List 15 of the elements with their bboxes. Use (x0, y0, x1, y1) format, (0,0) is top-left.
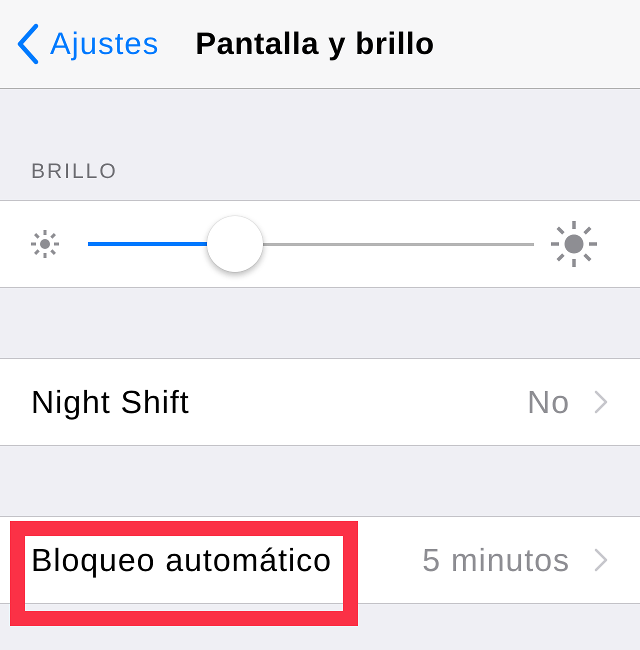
dim-sun-icon (28, 227, 62, 261)
section-header: BRILLO (30, 159, 119, 185)
chevron-right-icon (594, 548, 608, 572)
row-label: Bloqueo automático (31, 542, 333, 578)
row-value: No (527, 384, 570, 420)
back-button[interactable]: Ajustes (0, 19, 160, 69)
screen-title: Pantalla y brillo (195, 26, 435, 62)
bright-sun-icon (549, 219, 599, 269)
chevron-left-icon (16, 23, 40, 65)
row-value: 5 minutos (422, 542, 570, 578)
settings-row[interactable]: Bloqueo automático 5 minutos (0, 517, 640, 603)
chevron-right-icon (594, 390, 608, 414)
slider-thumb[interactable] (207, 216, 264, 272)
row-label: Night Shift (31, 384, 191, 420)
settings-row[interactable]: Night Shift No (0, 359, 640, 445)
